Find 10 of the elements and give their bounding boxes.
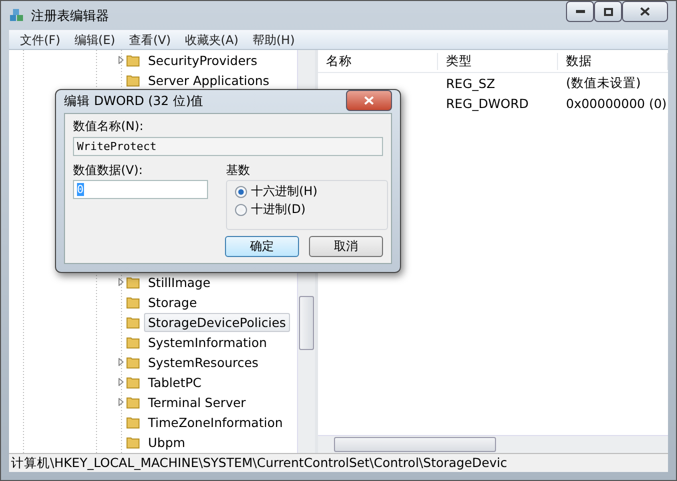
field-label: 数值名称(N): <box>73 118 144 135</box>
table-cell-text: (数值未设置) <box>565 74 642 92</box>
table-cell-text: 0x00000000 (0) <box>565 96 668 110</box>
field-label: 数值数据(V): <box>73 162 144 179</box>
dialog-title: 编辑 DWORD (32 位)值 <box>64 93 205 110</box>
group-label: 基数 <box>226 162 251 179</box>
table-cell-text: REG_SZ <box>445 76 496 90</box>
window-title: 注册表编辑器 <box>31 8 110 24</box>
table-cell-text: REG_DWORD <box>445 96 530 110</box>
status-bar: 计算机\HKEY_LOCAL_MACHINE\SYSTEM\CurrentControlSet\Control\StorageDevic <box>9 453 668 472</box>
